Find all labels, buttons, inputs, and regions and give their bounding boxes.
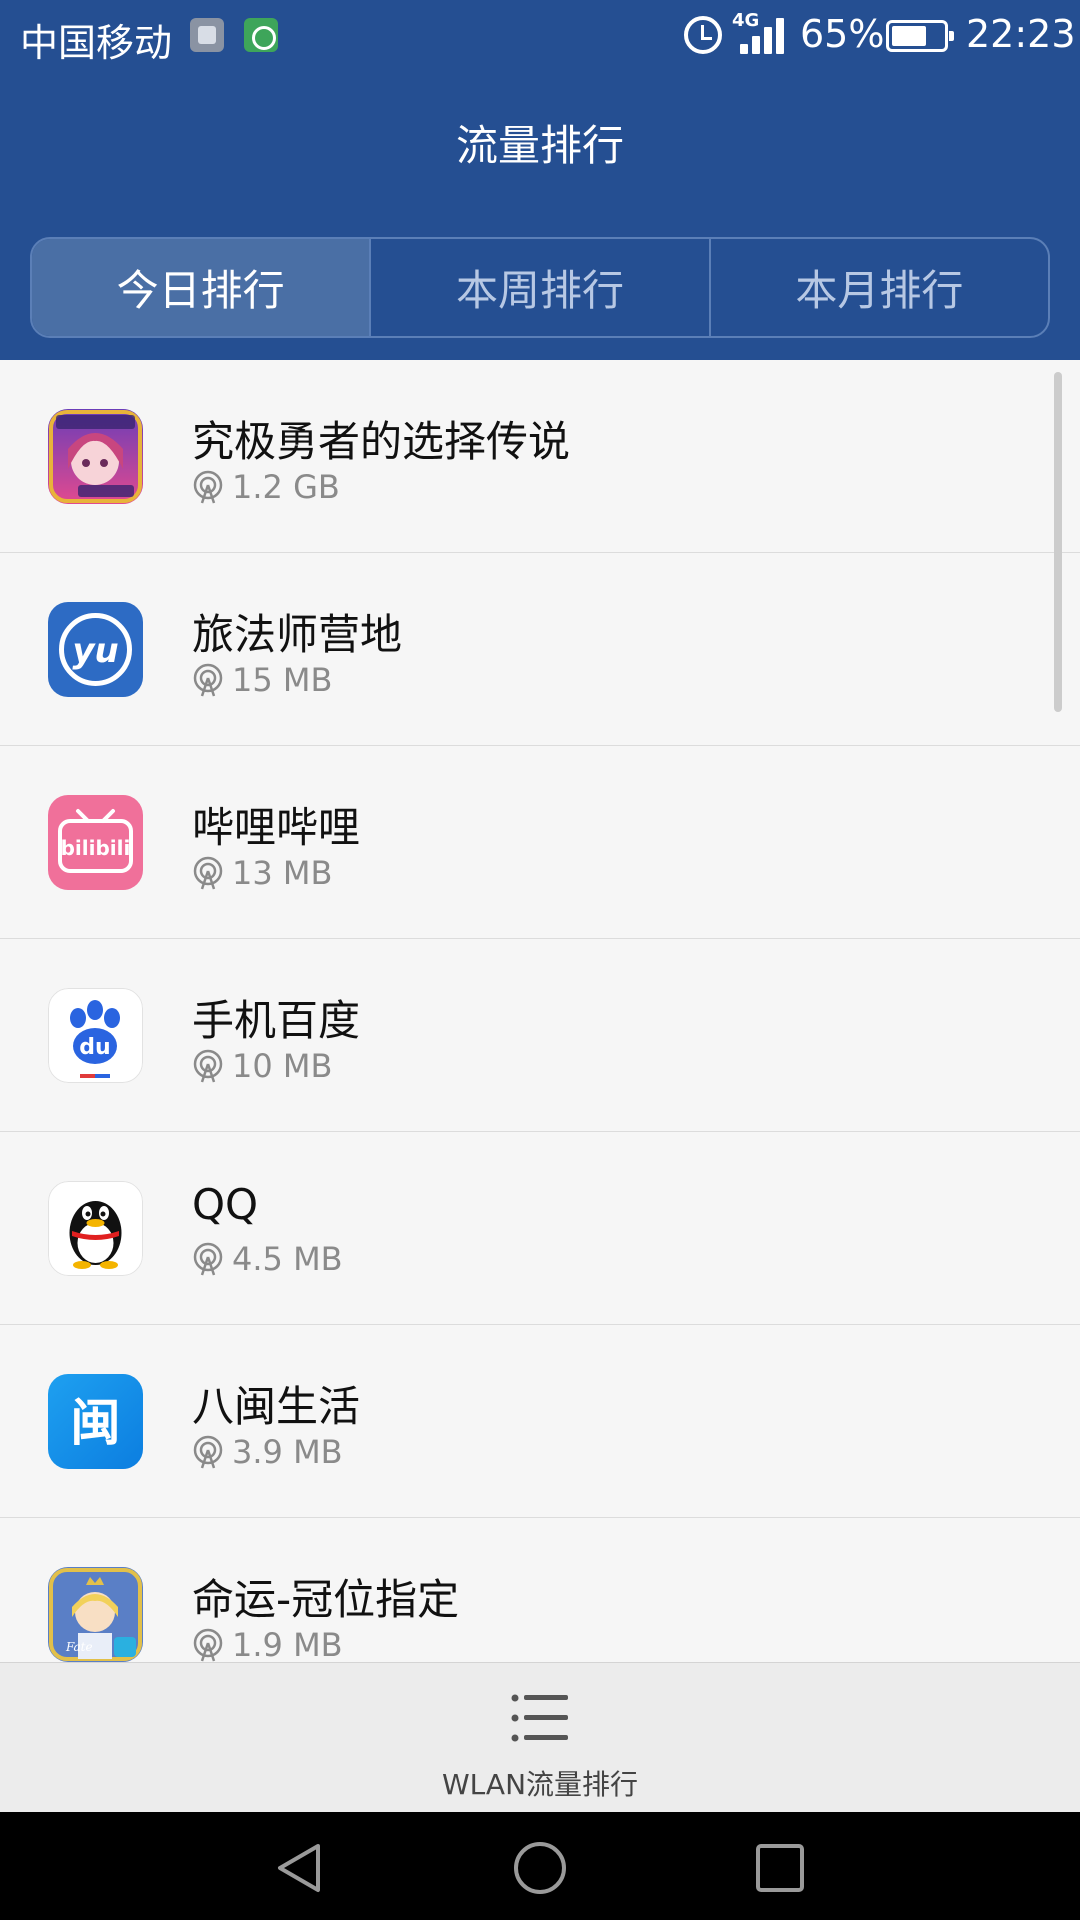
wlan-ranking-label: WLAN流量排行 xyxy=(441,1768,639,1801)
app-name: 哔哩哔哩 xyxy=(192,803,361,852)
usage-value: 1.2 GB xyxy=(232,468,340,506)
list-item[interactable]: Fate 命运-冠位指定 1.9 MB xyxy=(0,1518,1080,1662)
signal-icon xyxy=(736,18,784,54)
data-usage-icon xyxy=(193,856,223,890)
list-item[interactable]: 究极勇者的选择传说 1.2 GB xyxy=(0,360,1080,553)
bamin-logo-text: 闽 xyxy=(71,1394,121,1452)
usage-info: 1.9 MB xyxy=(192,1626,343,1662)
usage-value: 10 MB xyxy=(232,1047,333,1085)
bilibili-icon: bilibili xyxy=(48,795,143,890)
baidu-logo-text: du xyxy=(79,1035,110,1060)
status-bar: 中国移动 4G 65% 22:23 xyxy=(0,0,1080,74)
yu-logo-text: yu xyxy=(72,631,118,671)
clock: 22:23 xyxy=(966,12,1076,56)
bottom-bar[interactable]: WLAN流量排行 xyxy=(0,1662,1080,1812)
tab-month[interactable]: 本月排行 xyxy=(708,239,1048,336)
app-usage-list[interactable]: 究极勇者的选择传说 1.2 GB yu 旅法师营地 15 MB bilibili… xyxy=(0,360,1080,1662)
header: 中国移动 4G 65% 22:23 流量排行 今日排行 本周排行 本月排行 xyxy=(0,0,1080,360)
usage-value: 13 MB xyxy=(232,854,333,892)
data-usage-icon xyxy=(193,663,223,697)
app-name: 手机百度 xyxy=(192,996,361,1045)
list-item[interactable]: bilibili 哔哩哔哩 13 MB xyxy=(0,746,1080,939)
app-name: 命运-冠位指定 xyxy=(192,1575,460,1624)
app-name: 旅法师营地 xyxy=(192,610,403,659)
system-nav-bar xyxy=(0,1812,1080,1920)
usage-value: 15 MB xyxy=(232,661,333,699)
page-title: 流量排行 xyxy=(455,121,624,170)
bamin-icon: 闽 xyxy=(48,1374,143,1469)
usage-info: 4.5 MB xyxy=(192,1240,343,1278)
yuusha-game-icon xyxy=(48,409,143,504)
alarm-icon xyxy=(684,16,722,54)
back-icon[interactable] xyxy=(272,1840,328,1896)
data-usage-icon xyxy=(193,1049,223,1083)
usage-info: 1.2 GB xyxy=(192,468,340,506)
list-scrollbar[interactable] xyxy=(1054,372,1062,712)
carrier-label: 中国移动 xyxy=(20,21,173,65)
list-icon xyxy=(511,1694,568,1742)
tab-week[interactable]: 本周排行 xyxy=(369,239,708,336)
gallery-notification-icon xyxy=(190,18,224,52)
list-item[interactable]: 闽 八闽生活 3.9 MB xyxy=(0,1325,1080,1518)
baidu-paw-icon: du xyxy=(48,988,143,1083)
app-name: 八闽生活 xyxy=(192,1382,361,1431)
usage-info: 13 MB xyxy=(192,854,332,892)
fgo-logo-text: Fate xyxy=(65,1640,93,1654)
data-usage-icon xyxy=(193,1242,223,1276)
usage-value: 4.5 MB xyxy=(232,1240,343,1278)
usage-value: 3.9 MB xyxy=(232,1433,343,1471)
list-item[interactable]: du 手机百度 10 MB xyxy=(0,939,1080,1132)
data-usage-icon xyxy=(193,470,223,504)
list-item[interactable]: yu 旅法师营地 15 MB xyxy=(0,553,1080,746)
qq-penguin-icon xyxy=(48,1181,143,1276)
usage-info: 10 MB xyxy=(192,1047,332,1085)
recents-icon[interactable] xyxy=(752,1840,808,1896)
battery-percent: 65% xyxy=(800,12,885,56)
home-icon[interactable] xyxy=(512,1840,568,1896)
app-name: QQ xyxy=(192,1180,259,1229)
usage-value: 1.9 MB xyxy=(232,1626,343,1662)
data-transfer-icon xyxy=(244,18,278,52)
yu-camp-icon: yu xyxy=(48,602,143,697)
usage-info: 15 MB xyxy=(192,661,332,699)
fgo-icon: Fate xyxy=(48,1567,143,1662)
data-usage-icon xyxy=(193,1628,223,1662)
list-item[interactable]: QQ 4.5 MB xyxy=(0,1132,1080,1325)
period-tabs: 今日排行 本周排行 本月排行 xyxy=(30,237,1050,338)
app-name: 究极勇者的选择传说 xyxy=(192,417,571,466)
bilibili-logo-text: bilibili xyxy=(61,836,131,860)
battery-icon xyxy=(886,20,954,52)
data-usage-icon xyxy=(193,1435,223,1469)
usage-info: 3.9 MB xyxy=(192,1433,343,1471)
tab-today[interactable]: 今日排行 xyxy=(32,239,370,336)
